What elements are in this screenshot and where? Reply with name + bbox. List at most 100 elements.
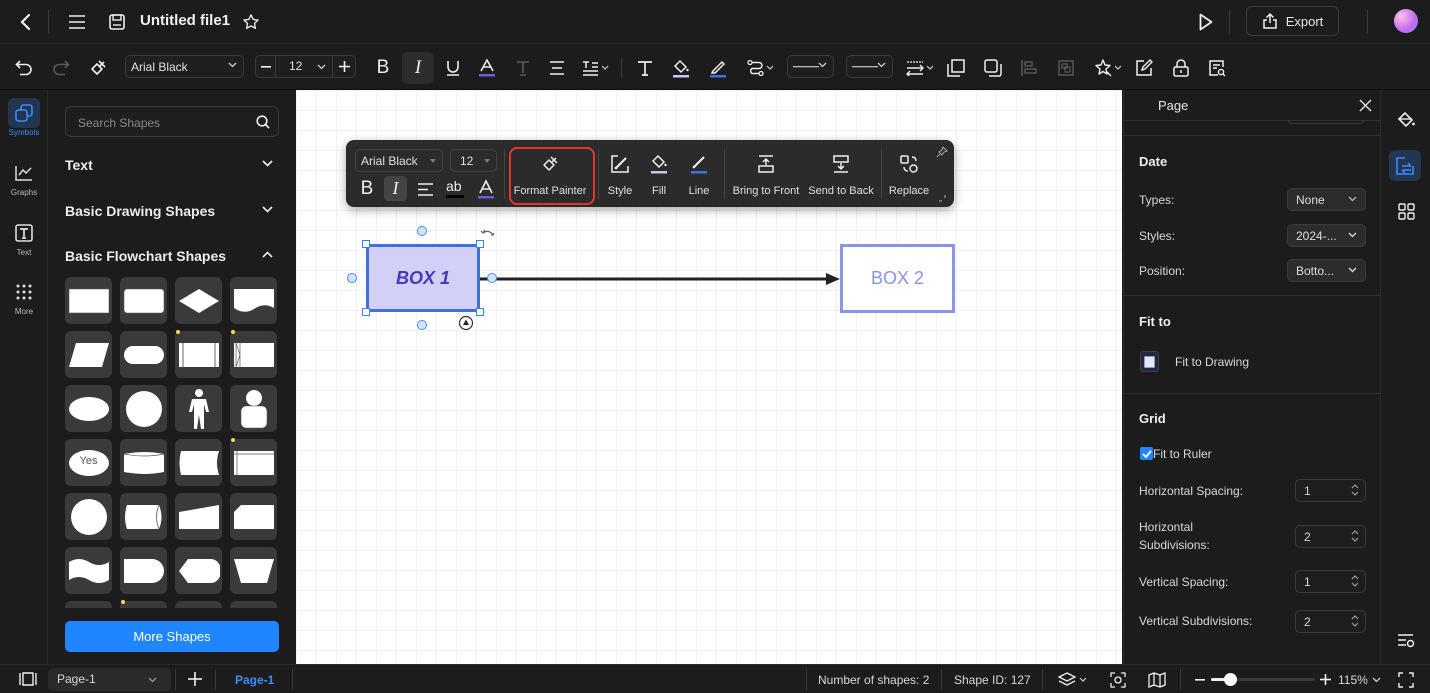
resize-handle[interactable]	[362, 308, 370, 316]
float-align-icon[interactable]	[415, 177, 435, 201]
align-shapes-icon[interactable]	[1018, 56, 1040, 80]
shape-user[interactable]	[230, 385, 277, 432]
grid-apps-icon[interactable]	[1393, 198, 1419, 224]
group-icon[interactable]	[1055, 56, 1077, 80]
fullscreen-icon[interactable]	[1396, 670, 1416, 689]
back-icon[interactable]	[14, 11, 36, 33]
connector-arrow[interactable]	[480, 268, 842, 290]
text-effect-icon[interactable]	[512, 56, 534, 80]
add-page-icon[interactable]	[185, 670, 205, 688]
fit-to-drawing-button[interactable]	[1140, 351, 1159, 372]
line-style-select[interactable]	[787, 55, 834, 78]
increase-font-button[interactable]	[332, 56, 355, 77]
find-replace-icon[interactable]	[1206, 56, 1228, 80]
resize-handle[interactable]	[476, 308, 484, 316]
send-backward-icon[interactable]	[982, 56, 1004, 80]
spinner-icon[interactable]	[1351, 614, 1359, 628]
shape-ellipse[interactable]	[65, 385, 112, 432]
shape-document[interactable]	[230, 277, 277, 324]
rail-text[interactable]: Text	[0, 218, 48, 257]
spinner-icon[interactable]	[1351, 574, 1359, 588]
italic-icon[interactable]: I	[402, 52, 434, 84]
bring-to-front-icon[interactable]	[755, 153, 777, 175]
more-shapes-button[interactable]: More Shapes	[65, 621, 279, 652]
connection-point[interactable]	[417, 320, 427, 330]
shape-terminator[interactable]	[120, 331, 167, 378]
shape-data[interactable]	[65, 331, 112, 378]
rail-graphs[interactable]: Graphs	[0, 158, 48, 197]
shape-internal-storage[interactable]	[230, 438, 277, 486]
font-family-select[interactable]: Arial Black	[125, 55, 244, 78]
zoom-level[interactable]: 115%	[1338, 673, 1368, 687]
star-icon[interactable]	[240, 11, 262, 33]
floating-menu-toggle-icon[interactable]	[458, 315, 474, 331]
connection-point[interactable]	[347, 273, 357, 283]
line-icon[interactable]	[688, 153, 710, 175]
shape-direct-data[interactable]	[120, 493, 167, 540]
save-icon[interactable]	[106, 11, 128, 33]
v-spacing-input[interactable]: 1	[1295, 570, 1366, 593]
page-tab-active[interactable]: Page-1	[235, 673, 274, 687]
section-text[interactable]: Text	[65, 157, 279, 177]
resize-handle[interactable]	[362, 240, 370, 248]
v-subdiv-input[interactable]: 2	[1295, 610, 1366, 633]
shape-circle[interactable]	[120, 385, 167, 432]
text-tool-icon[interactable]	[634, 56, 656, 80]
play-icon[interactable]	[1194, 10, 1218, 34]
section-basic-drawing[interactable]: Basic Drawing Shapes	[65, 203, 279, 223]
font-color-icon[interactable]	[476, 56, 498, 80]
fill-color-icon[interactable]	[670, 56, 692, 80]
page-settings-icon[interactable]	[1389, 150, 1421, 181]
style-label[interactable]: Style	[602, 185, 638, 197]
layers-icon[interactable]	[1056, 670, 1090, 689]
shape-tape[interactable]	[175, 439, 222, 486]
replace-label[interactable]: Replace	[887, 185, 931, 197]
position-select[interactable]: Botto...	[1287, 259, 1366, 282]
shape-predefined-process[interactable]	[175, 330, 222, 378]
settings-list-icon[interactable]	[1393, 628, 1419, 654]
rail-symbols[interactable]: Symbols	[0, 98, 48, 137]
bring-forward-icon[interactable]	[945, 56, 967, 80]
spinner-icon[interactable]	[1351, 529, 1359, 543]
arrow-style-icon[interactable]	[905, 56, 937, 80]
page-select[interactable]: Page-1	[48, 668, 171, 691]
shape-actor[interactable]	[175, 385, 222, 432]
chevron-down-icon[interactable]	[1372, 677, 1381, 683]
format-painter-icon[interactable]	[87, 57, 109, 79]
resize-corner-icon[interactable]	[938, 194, 946, 202]
line-color-icon[interactable]	[707, 56, 729, 80]
edit-icon[interactable]	[1133, 56, 1155, 80]
float-bold-icon[interactable]: B	[357, 177, 377, 201]
bold-icon[interactable]: B	[372, 56, 394, 80]
fill-icon[interactable]	[648, 153, 670, 175]
redo-icon[interactable]	[50, 57, 72, 79]
shape-yes[interactable]: Yes	[65, 439, 112, 486]
user-avatar[interactable]	[1394, 9, 1418, 33]
export-button[interactable]: Export	[1246, 6, 1339, 36]
send-to-back-label[interactable]: Send to Back	[806, 185, 876, 197]
shape-display[interactable]	[175, 547, 222, 594]
close-icon[interactable]	[1359, 99, 1372, 112]
underline-icon[interactable]	[442, 56, 464, 80]
bring-to-front-label[interactable]: Bring to Front	[730, 185, 802, 197]
line-label[interactable]: Line	[684, 185, 714, 197]
styles-select[interactable]: 2024-...	[1287, 224, 1366, 247]
font-size-select[interactable]: 12	[276, 56, 332, 77]
shape-connector[interactable]	[65, 493, 112, 540]
shape-manual-operation[interactable]	[230, 547, 277, 594]
fill-panel-icon[interactable]	[1393, 107, 1419, 133]
decrease-font-button[interactable]	[256, 56, 276, 77]
shape-process[interactable]	[65, 277, 112, 324]
shape-decision[interactable]	[175, 277, 222, 324]
section-basic-flowchart[interactable]: Basic Flowchart Shapes	[65, 248, 279, 268]
shape-database[interactable]	[120, 439, 167, 486]
shape-box-2[interactable]: BOX 2	[840, 244, 955, 313]
align-icon[interactable]	[546, 56, 568, 80]
shape-delay[interactable]	[120, 547, 167, 594]
connection-point[interactable]	[487, 273, 497, 283]
file-title[interactable]: Untitled file1	[140, 12, 230, 29]
lock-icon[interactable]	[1170, 56, 1192, 80]
connector-style-icon[interactable]	[746, 56, 776, 80]
h-subdiv-input[interactable]: 2	[1295, 525, 1366, 548]
zoom-in-icon[interactable]	[1318, 670, 1332, 689]
